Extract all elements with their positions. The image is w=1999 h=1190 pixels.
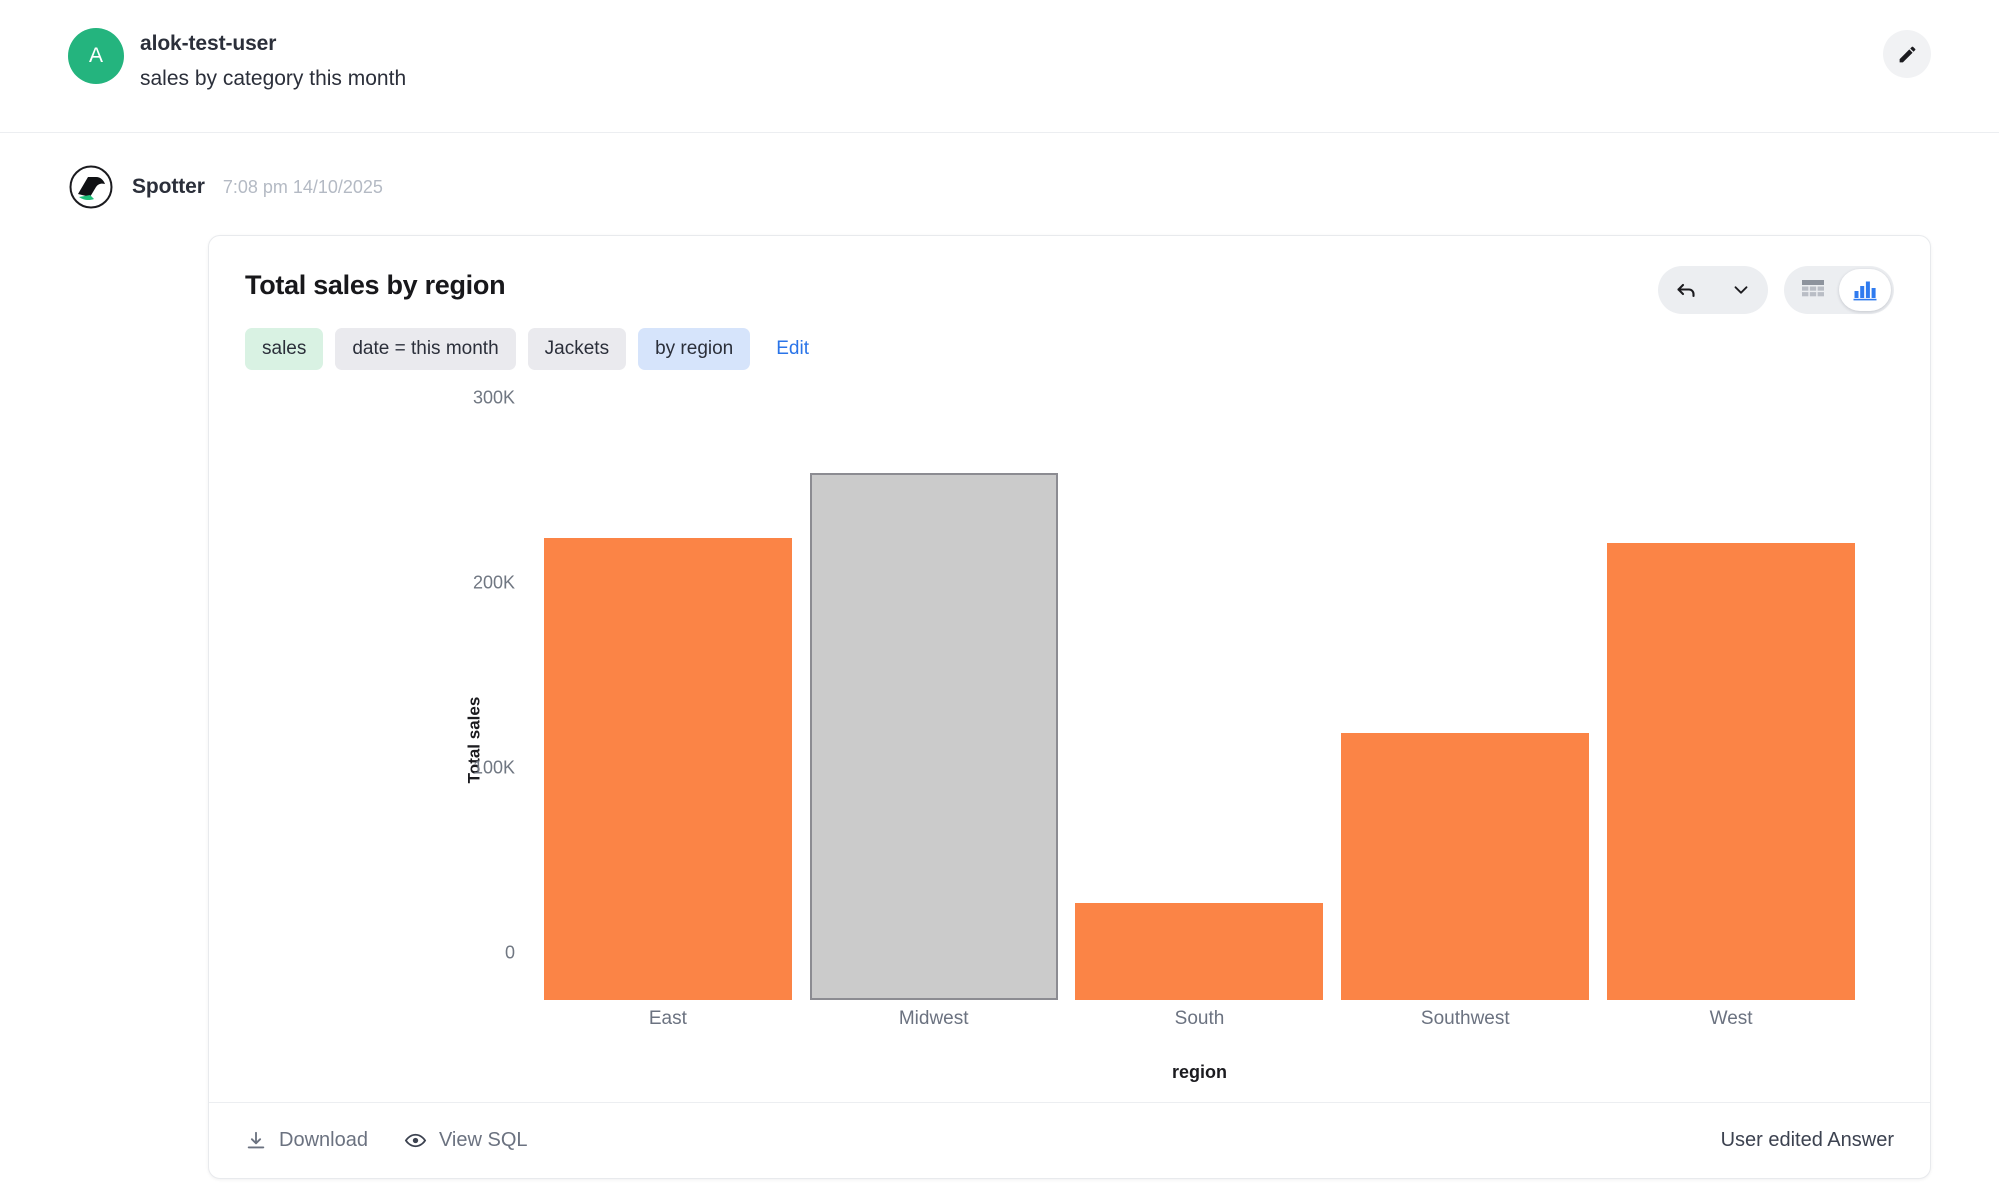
view-sql-button[interactable]: View SQL [404, 1129, 528, 1152]
bar-east[interactable] [543, 538, 792, 1000]
bars-group [535, 390, 1864, 1000]
bar-chart-icon [1853, 279, 1877, 301]
y-axis-ticks: 300K 200K 100K 0 [345, 387, 515, 1090]
card-toolbar [1658, 266, 1894, 314]
bar-slot-east [535, 390, 801, 1000]
y-tick-0: 0 [504, 942, 515, 963]
download-button[interactable]: Download [245, 1129, 368, 1152]
y-tick-200k: 200K [472, 572, 515, 593]
y-tick-300k: 300K [472, 387, 515, 408]
bar-slot-west [1598, 390, 1864, 1000]
status-badge: User edited Answer [1720, 1129, 1894, 1151]
edit-prompt-button[interactable] [1883, 30, 1931, 78]
view-sql-label: View SQL [438, 1129, 528, 1151]
avatar-initial: A [88, 44, 103, 67]
bar-midwest[interactable] [809, 473, 1058, 1000]
assistant-timestamp: 7:08 pm 14/10/2025 [222, 176, 383, 197]
bar-chart: Total sales 300K 200K 100K 0 East Midwes… [245, 387, 1894, 1090]
answer-card: Total sales by region sales date = this … [208, 235, 1931, 1179]
assistant-message: Spotter 7:08 pm 14/10/2025 Total sales b… [0, 133, 1999, 1179]
bar-west[interactable] [1607, 543, 1856, 1000]
chip-group-by-region[interactable]: by region [638, 328, 751, 370]
assistant-name: Spotter [132, 175, 205, 198]
query-chips: sales date = this month Jackets by regio… [245, 328, 1894, 370]
edit-query-link[interactable]: Edit [762, 328, 823, 370]
spotter-logo-icon [68, 164, 114, 210]
user-message-header: A alok-test-user sales by category this … [0, 0, 1999, 133]
bar-slot-south [1067, 390, 1333, 1000]
page-title: Total sales by region [245, 270, 506, 300]
chip-filter-date[interactable]: date = this month [335, 328, 516, 370]
card-footer: Download View SQL User edited Answer [209, 1102, 1930, 1178]
undo-button[interactable] [1658, 266, 1713, 314]
undo-arrow-icon [1674, 278, 1698, 302]
x-axis-label: region [1171, 1062, 1227, 1082]
chip-measure-sales[interactable]: sales [245, 328, 324, 370]
avatar: A [68, 28, 124, 84]
assistant-header: Spotter 7:08 pm 14/10/2025 [68, 163, 1999, 211]
bar-south[interactable] [1075, 903, 1324, 1000]
user-name: alok-test-user [140, 32, 277, 55]
plot-area: East Midwest South Southwest West region [535, 390, 1864, 1090]
bar-southwest[interactable] [1341, 733, 1590, 1000]
user-query-text: sales by category this month [140, 67, 407, 91]
table-icon [1801, 279, 1825, 301]
view-switcher [1784, 266, 1894, 314]
eye-icon [404, 1129, 427, 1152]
x-axis-ticks: East Midwest South Southwest West [535, 1008, 1864, 1030]
tab-table-view[interactable] [1787, 269, 1839, 311]
x-tick-east: East [648, 1008, 687, 1029]
x-tick-midwest: Midwest [898, 1008, 969, 1029]
pencil-icon [1897, 44, 1918, 65]
footer-actions: Download View SQL [245, 1129, 528, 1152]
download-label: Download [279, 1129, 368, 1151]
bar-slot-southwest [1332, 390, 1598, 1000]
chip-filter-jackets[interactable]: Jackets [527, 328, 627, 370]
x-tick-southwest: Southwest [1420, 1008, 1510, 1029]
bar-slot-midwest [801, 390, 1067, 1000]
tab-chart-view[interactable] [1839, 269, 1891, 311]
history-dropdown-button[interactable] [1713, 266, 1768, 314]
chevron-down-icon [1730, 279, 1752, 301]
y-tick-100k: 100K [472, 757, 515, 778]
x-tick-south: South [1174, 1008, 1225, 1029]
x-tick-west: West [1709, 1008, 1753, 1029]
history-pill [1658, 266, 1768, 314]
download-icon [245, 1130, 267, 1152]
